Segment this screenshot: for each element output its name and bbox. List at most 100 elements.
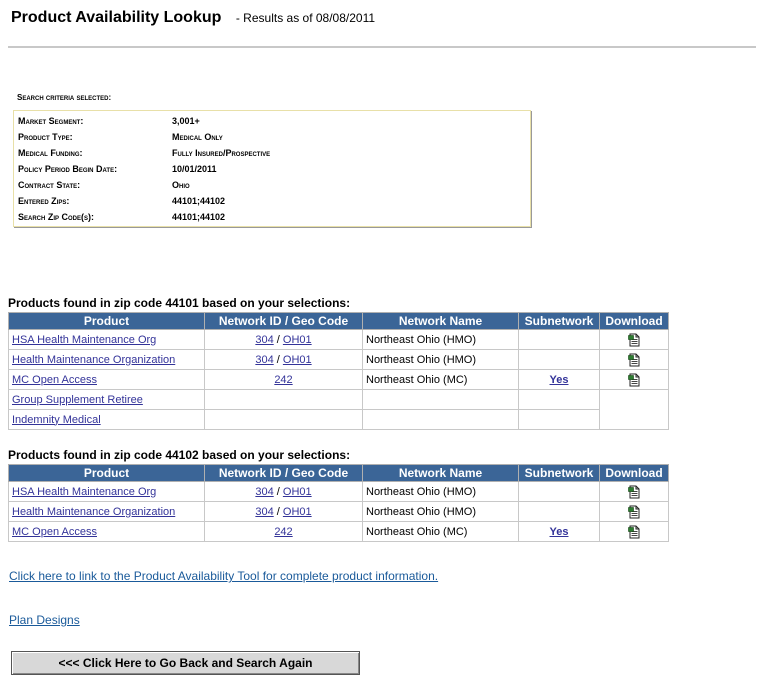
criteria-label: Contract State: bbox=[18, 180, 81, 190]
product-link[interactable]: MC Open Access bbox=[12, 374, 97, 386]
network-id-cell: 242 bbox=[204, 521, 363, 542]
criteria-row: Contract State: Ohio bbox=[18, 177, 270, 193]
col-network-id: Network ID / Geo Code bbox=[204, 312, 363, 330]
download-document-icon[interactable] bbox=[627, 505, 641, 519]
network-id-link[interactable]: 304 bbox=[255, 506, 273, 518]
col-network-id: Network ID / Geo Code bbox=[204, 464, 363, 482]
criteria-table: Market Segment: 3,001+ Product Type: Medica… bbox=[18, 113, 270, 225]
plan-designs-link[interactable]: Plan Designs bbox=[9, 613, 80, 627]
col-network-name: Network Name bbox=[362, 464, 519, 482]
subnetwork-cell bbox=[518, 481, 600, 502]
separator: / bbox=[273, 353, 283, 366]
network-name-cell: Northeast Ohio (MC) bbox=[362, 521, 519, 542]
download-cell bbox=[599, 481, 669, 502]
criteria-label: Medical Funding: bbox=[18, 148, 83, 158]
criteria-value: Ohio bbox=[172, 180, 190, 190]
network-name-cell bbox=[362, 389, 519, 410]
product-link[interactable]: Health Maintenance Organization bbox=[12, 354, 175, 366]
product-cell: HSA Health Maintenance Org bbox=[8, 329, 205, 350]
download-cell bbox=[599, 521, 669, 542]
network-id-cell bbox=[204, 409, 363, 430]
download-cell bbox=[599, 501, 669, 522]
product-link[interactable]: Indemnity Medical bbox=[12, 414, 101, 426]
download-cell bbox=[599, 369, 669, 390]
criteria-row: Medical Funding: Fully Insured/Prospectiv… bbox=[18, 145, 270, 161]
table-row: Health Maintenance Organization 304 / OH0… bbox=[8, 501, 669, 522]
product-cell: MC Open Access bbox=[8, 521, 205, 542]
page-title: Product Availability Lookup bbox=[11, 9, 222, 26]
network-name-cell: Northeast Ohio (HMO) bbox=[362, 329, 519, 350]
table-row: HSA Health Maintenance Org 304 / OH01 Nort… bbox=[8, 481, 669, 502]
network-id-link[interactable]: 304 bbox=[255, 486, 273, 498]
criteria-value: Fully Insured/Prospective bbox=[172, 148, 271, 158]
separator: / bbox=[273, 333, 283, 346]
subnetwork-link[interactable]: Yes bbox=[550, 526, 569, 538]
subnetwork-cell bbox=[518, 329, 600, 350]
network-id-link[interactable]: 304 bbox=[255, 334, 273, 346]
download-cell bbox=[599, 389, 669, 430]
section-title-44102: Products found in zip code 44102 based o… bbox=[8, 448, 351, 462]
criteria-row: Search Zip Code(s): 44101;44102 bbox=[18, 209, 270, 225]
subnetwork-cell: Yes bbox=[518, 521, 600, 542]
criteria-label: Policy Period Begin Date: bbox=[18, 164, 118, 174]
product-link[interactable]: Group Supplement Retiree bbox=[12, 394, 143, 406]
results-date: - Results as of 08/08/2011 bbox=[235, 11, 376, 25]
go-back-search-button[interactable]: <<< Click Here to Go Back and Search Aga… bbox=[11, 651, 360, 675]
subnetwork-link[interactable]: Yes bbox=[550, 374, 569, 386]
table-row: Indemnity Medical bbox=[8, 409, 669, 430]
criteria-value: 44101;44102 bbox=[172, 212, 226, 222]
criteria-label: Product Type: bbox=[18, 132, 73, 142]
download-document-icon[interactable] bbox=[627, 525, 641, 539]
subnetwork-cell bbox=[518, 349, 600, 370]
page-header: Product Availability Lookup - Results as… bbox=[11, 9, 375, 27]
product-cell: Health Maintenance Organization bbox=[8, 349, 205, 370]
network-name-cell: Northeast Ohio (MC) bbox=[362, 369, 519, 390]
geo-code-link[interactable]: OH01 bbox=[283, 486, 312, 498]
separator: / bbox=[273, 505, 283, 518]
criteria-row: Entered Zips: 44101;44102 bbox=[18, 193, 270, 209]
criteria-value: 10/01/2011 bbox=[172, 164, 217, 174]
criteria-value: 3,001+ bbox=[172, 116, 200, 126]
product-link[interactable]: HSA Health Maintenance Org bbox=[12, 334, 156, 346]
product-availability-tool-link[interactable]: Click here to link to the Product Availa… bbox=[9, 569, 438, 583]
product-cell: Indemnity Medical bbox=[8, 409, 205, 430]
criteria-value: Medical Only bbox=[172, 132, 223, 142]
criteria-row: Product Type: Medical Only bbox=[18, 129, 270, 145]
download-document-icon[interactable] bbox=[627, 373, 641, 387]
network-name-cell: Northeast Ohio (HMO) bbox=[362, 481, 519, 502]
col-product: Product bbox=[8, 312, 205, 330]
table-row: HSA Health Maintenance Org 304 / OH01 Nort… bbox=[8, 329, 669, 350]
geo-code-link[interactable]: OH01 bbox=[283, 334, 312, 346]
network-id-link[interactable]: 304 bbox=[255, 354, 273, 366]
criteria-value: 44101;44102 bbox=[172, 196, 226, 206]
products-table-44101: Product Network ID / Geo Code Network Na… bbox=[8, 312, 669, 430]
product-cell: Group Supplement Retiree bbox=[8, 389, 205, 410]
product-link[interactable]: HSA Health Maintenance Org bbox=[12, 486, 156, 498]
network-id-cell: 242 bbox=[204, 369, 363, 390]
subnetwork-cell bbox=[518, 389, 600, 410]
criteria-label: Market Segment: bbox=[18, 116, 84, 126]
network-id-link[interactable]: 242 bbox=[274, 526, 292, 538]
download-document-icon[interactable] bbox=[627, 333, 641, 347]
product-cell: MC Open Access bbox=[8, 369, 205, 390]
subnetwork-cell bbox=[518, 409, 600, 430]
table-row: Health Maintenance Organization 304 / OH0… bbox=[8, 349, 669, 370]
geo-code-link[interactable]: OH01 bbox=[283, 506, 312, 518]
table-header-row: Product Network ID / Geo Code Network Na… bbox=[8, 464, 669, 482]
col-product: Product bbox=[8, 464, 205, 482]
col-subnetwork: Subnetwork bbox=[518, 312, 600, 330]
product-cell: Health Maintenance Organization bbox=[8, 501, 205, 522]
product-link[interactable]: Health Maintenance Organization bbox=[12, 506, 175, 518]
network-name-cell: Northeast Ohio (HMO) bbox=[362, 501, 519, 522]
subnetwork-cell bbox=[518, 501, 600, 522]
geo-code-link[interactable]: OH01 bbox=[283, 354, 312, 366]
product-link[interactable]: MC Open Access bbox=[12, 526, 97, 538]
download-document-icon[interactable] bbox=[627, 485, 641, 499]
network-name-cell bbox=[362, 409, 519, 430]
network-id-cell: 304 / OH01 bbox=[204, 501, 363, 522]
download-cell bbox=[599, 329, 669, 350]
network-id-link[interactable]: 242 bbox=[274, 374, 292, 386]
download-document-icon[interactable] bbox=[627, 353, 641, 367]
table-header-row: Product Network ID / Geo Code Network Na… bbox=[8, 312, 669, 330]
col-network-name: Network Name bbox=[362, 312, 519, 330]
